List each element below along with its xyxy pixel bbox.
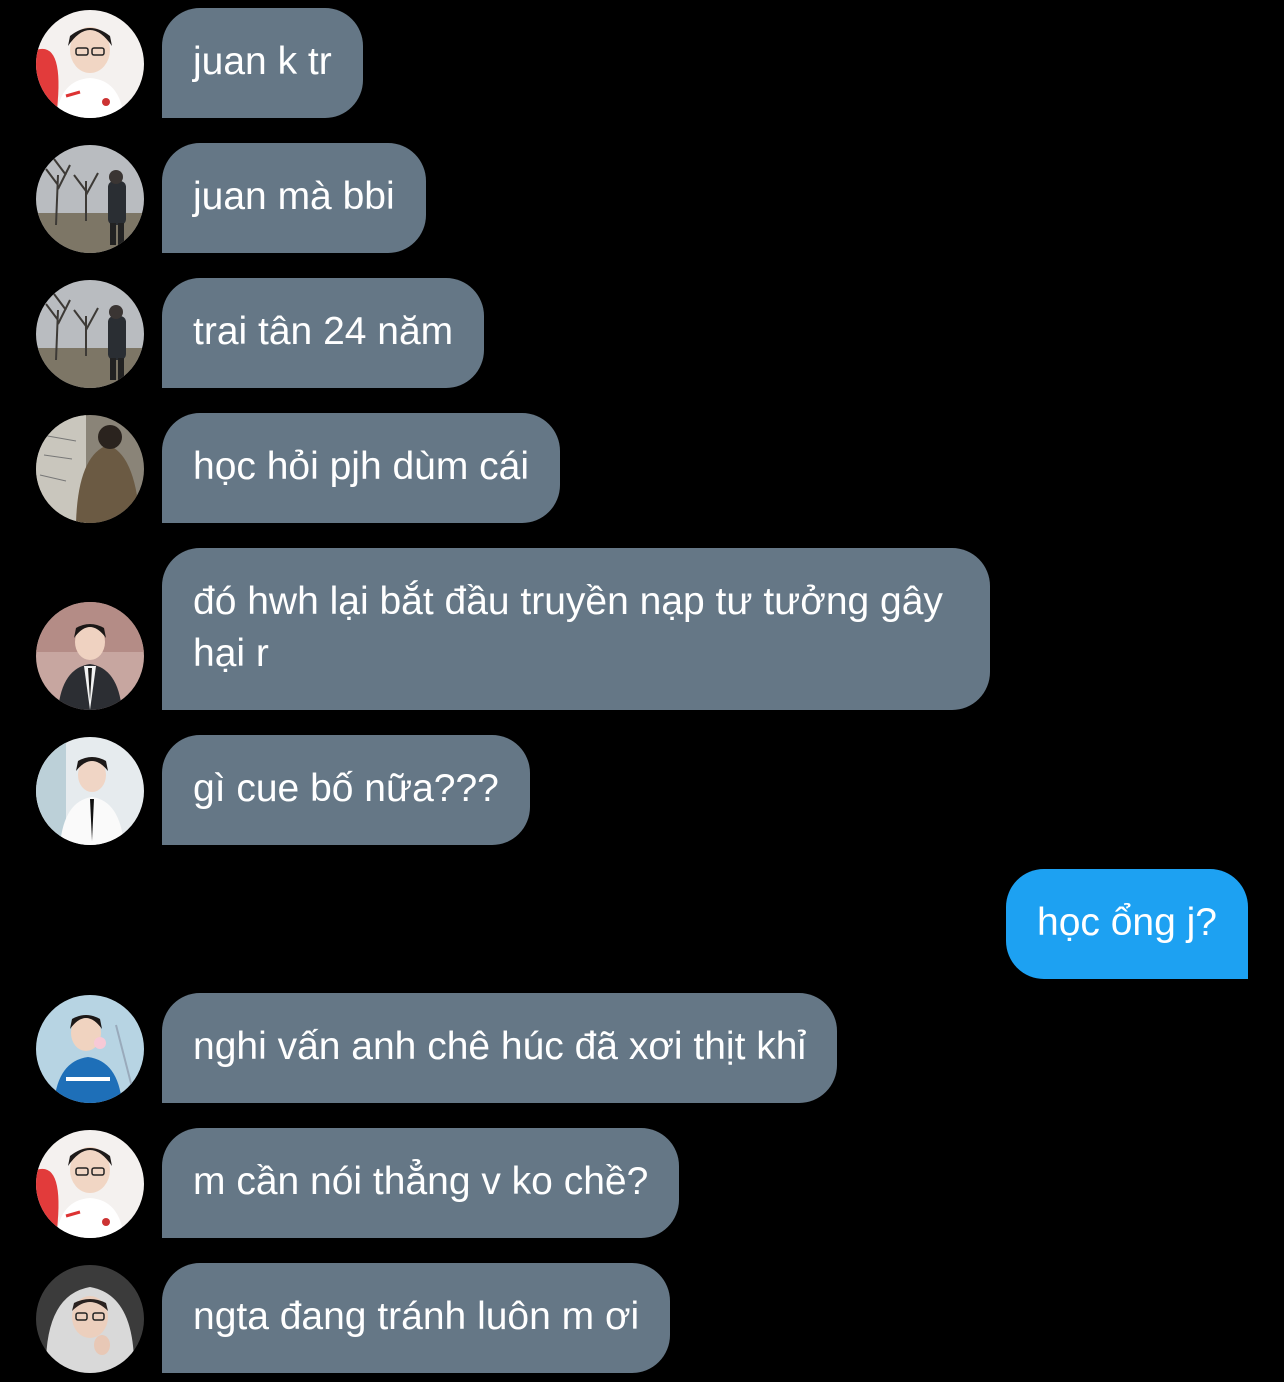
avatar[interactable] (36, 1130, 144, 1238)
message-bubble[interactable]: ngta đang tránh luôn m ơi (162, 1263, 671, 1373)
avatar[interactable] (36, 1265, 144, 1373)
avatar-image (36, 145, 144, 253)
avatar-image (36, 415, 144, 523)
message-bubble[interactable]: juan k tr (162, 8, 363, 118)
message-bubble[interactable]: juan mà bbi (162, 143, 426, 253)
message-bubble[interactable]: gì cue bố nữa??? (162, 735, 530, 845)
avatar[interactable] (36, 280, 144, 388)
message-bubble-outgoing[interactable]: học ổng j? (1006, 869, 1248, 979)
message-bubble[interactable]: đó hwh lại bắt đầu truyền nạp tư tưởng g… (162, 548, 990, 710)
avatar-image (36, 10, 144, 118)
avatar[interactable] (36, 602, 144, 710)
avatar-image (36, 995, 144, 1103)
avatar-image (36, 737, 144, 845)
avatar-image (36, 1130, 144, 1238)
message-bubble[interactable]: trai tân 24 năm (162, 278, 485, 388)
avatar-image (36, 1265, 144, 1373)
avatar[interactable] (36, 145, 144, 253)
message-bubble[interactable]: học hỏi pjh dùm cái (162, 413, 561, 523)
message-bubble[interactable]: m cần nói thẳng v ko chề? (162, 1128, 680, 1238)
message-bubble[interactable]: nghi vấn anh chê húc đã xơi thịt khỉ (162, 993, 838, 1103)
avatar[interactable] (36, 415, 144, 523)
avatar[interactable] (36, 995, 144, 1103)
avatar-image (36, 280, 144, 388)
avatar[interactable] (36, 737, 144, 845)
avatar-image (36, 602, 144, 710)
avatar[interactable] (36, 10, 144, 118)
